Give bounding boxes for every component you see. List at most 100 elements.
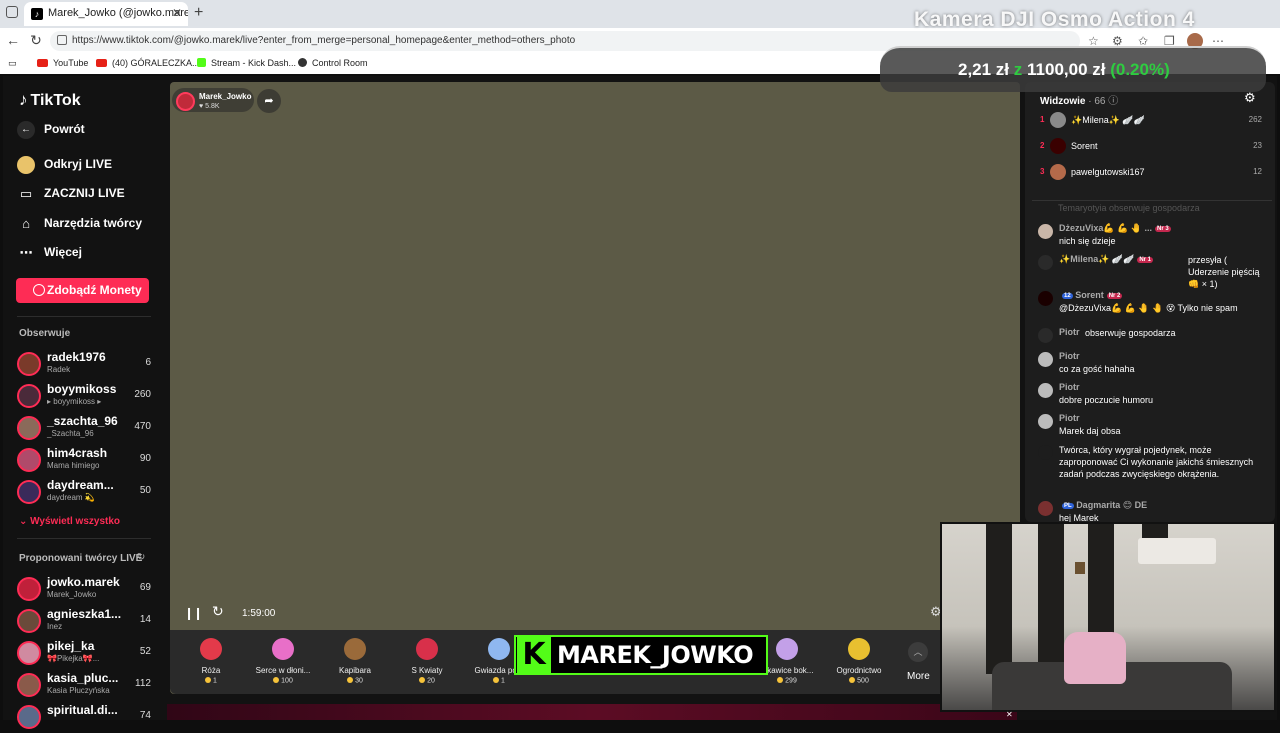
- viewer-name: Sorent: [1071, 141, 1098, 151]
- avatar: [1038, 291, 1053, 306]
- following-user[interactable]: _szachta_96 _Szachta_96 470: [17, 414, 157, 444]
- chat-settings-icon[interactable]: ⚙: [1244, 90, 1256, 106]
- gift-icon: [848, 638, 870, 660]
- gift-item[interactable]: Róża 1: [175, 638, 247, 685]
- ranking-row[interactable]: 1 ✨Milena✨ 🪽🪽 262: [1040, 110, 1262, 132]
- browser-tab[interactable]: ♪ Marek_Jowko (@jowko.marek) pr... ✕: [24, 2, 188, 26]
- chat-author: Piotr: [1059, 327, 1080, 337]
- viewer-score: 23: [1253, 141, 1262, 150]
- gift-item[interactable]: Serce w dłoni... 100: [247, 638, 319, 685]
- avatar: [1050, 112, 1066, 128]
- following-user[interactable]: boyymikoss ▸ boyymikoss ▸ 260: [17, 382, 157, 412]
- user-name: kasia_pluc...: [47, 671, 119, 685]
- bookmark-kick-dashboard[interactable]: Stream - Kick Dash...: [197, 58, 296, 68]
- user-nickname: 🎀Pikejka🎀...: [47, 654, 100, 663]
- bookmark-youtube[interactable]: YouTube: [37, 58, 88, 68]
- following-user[interactable]: radek1976 Radek 6: [17, 350, 157, 380]
- discover-live-icon: [17, 156, 35, 174]
- viewer-count: 69: [139, 582, 151, 593]
- following-user[interactable]: daydream... daydream 💫 50: [17, 478, 157, 508]
- tab-title: Marek_Jowko (@jowko.marek) pr...: [48, 7, 188, 19]
- bookmark-control-room[interactable]: Control Room: [298, 58, 368, 68]
- coin-icon: [33, 284, 45, 296]
- user-nickname: Kasia Płuczyńska: [47, 686, 110, 695]
- back-arrow-icon[interactable]: ←: [4, 32, 22, 48]
- donation-goal-text: 2,21 zł z 1100,00 zł (0.20%): [958, 60, 1170, 79]
- gift-name: Ogrodnictwo: [836, 666, 882, 675]
- rank-badge: Nr 2: [1106, 293, 1123, 299]
- user-name: radek1976: [47, 350, 106, 364]
- gift-item[interactable]: Ogrodnictwo 500: [823, 638, 895, 685]
- tab-actions-icon[interactable]: [6, 6, 18, 18]
- refresh-video-icon[interactable]: ↻: [212, 603, 224, 620]
- wall-stripe: [986, 524, 1012, 674]
- gift-item[interactable]: S Kwiaty 20: [391, 638, 463, 685]
- live-video[interactable]: [170, 82, 1020, 694]
- suggested-user[interactable]: kasia_pluc... Kasia Płuczyńska 112: [17, 671, 157, 701]
- chat-author: PL Dagmarita 😊 DE: [1062, 500, 1148, 510]
- reload-icon[interactable]: ↻: [27, 32, 45, 49]
- share-icon[interactable]: ➦: [257, 89, 281, 113]
- gift-item[interactable]: Kapibara 30: [319, 638, 391, 685]
- back-arrow-icon: ←: [17, 121, 35, 139]
- site-info-icon[interactable]: [57, 35, 67, 45]
- back-link[interactable]: ← Powrót: [17, 121, 85, 139]
- viewer-name: pawelgutowski167: [1071, 167, 1145, 177]
- wall-stripe: [1038, 524, 1064, 674]
- avatar: [17, 480, 41, 504]
- user-name: him4crash: [47, 446, 108, 460]
- nav-more[interactable]: ⋯ Więcej: [17, 244, 82, 262]
- suggested-user[interactable]: pikej_ka 🎀Pikejka🎀... 52: [17, 639, 157, 669]
- rank-badge: Nr 1: [1137, 257, 1154, 263]
- get-coins-button[interactable]: Zdobądź Monety: [16, 278, 149, 303]
- ranking-row[interactable]: 2 Sorent 23: [1040, 136, 1262, 158]
- tiktok-logo[interactable]: ♪ TikTok: [19, 90, 81, 110]
- chat-author: ✨Milena✨ 🪽🪽 Nr 1: [1059, 254, 1154, 264]
- suggested-user[interactable]: agnieszka1... Inez 14: [17, 607, 157, 637]
- suggested-user[interactable]: spiritual.di... 74: [17, 703, 157, 733]
- viewer-count: 14: [139, 614, 151, 625]
- gift-icon: [488, 638, 510, 660]
- viewer-score: 262: [1248, 115, 1262, 124]
- more-gifts-button[interactable]: More: [907, 671, 930, 682]
- rank-number: 1: [1040, 115, 1045, 124]
- nav-creator-tools[interactable]: ⌂ Narzędzia twórcy: [17, 215, 142, 233]
- chevron-up-icon[interactable]: ︿: [908, 642, 928, 662]
- host-name[interactable]: Marek_Jowko: [199, 92, 251, 101]
- gift-price: 100: [247, 677, 319, 685]
- avatar: [17, 352, 41, 376]
- show-all-link[interactable]: ⌄ Wyświetl wszystko: [19, 516, 120, 527]
- viewer-count: 90: [139, 453, 151, 464]
- new-tab-icon[interactable]: +: [194, 4, 203, 22]
- tiktok-note-icon: ♪: [19, 90, 28, 109]
- reading-list-icon[interactable]: ▭: [8, 58, 17, 69]
- user-nickname: Radek: [47, 365, 71, 374]
- avatar: [17, 609, 41, 633]
- close-tab-icon[interactable]: ✕: [172, 6, 182, 20]
- gift-name: Kapibara: [338, 666, 372, 675]
- viewers-title[interactable]: Widzowie · 66 ⓘ: [1040, 92, 1118, 107]
- user-name: boyymikoss: [47, 382, 117, 396]
- ranking-row[interactable]: 3 pawelgutowski167 12: [1040, 162, 1262, 184]
- gift-icon: [344, 638, 366, 660]
- viewer-count: 52: [139, 646, 151, 657]
- avatar: [17, 673, 41, 697]
- nav-discover-live[interactable]: Odkryj LIVE: [17, 156, 112, 174]
- bottom-banner: [167, 704, 1017, 720]
- host-avatar[interactable]: [176, 92, 195, 111]
- pause-icon[interactable]: ❙❙: [184, 606, 203, 620]
- chat-author: Piotr: [1059, 382, 1080, 392]
- webcam-overlay: [940, 522, 1276, 712]
- info-icon[interactable]: ⓘ: [1108, 96, 1118, 107]
- refresh-icon[interactable]: ↻: [137, 552, 145, 563]
- avatar: [1038, 445, 1053, 460]
- bookmark-goraleczka[interactable]: (40) GÓRALECZKA...: [96, 58, 200, 68]
- viewer-name: ✨Milena✨ 🪽🪽: [1071, 115, 1145, 125]
- suggested-user[interactable]: jowko.marek Marek_Jowko 69: [17, 575, 157, 605]
- close-icon[interactable]: ✕: [1006, 710, 1013, 719]
- chat-text: przesyła ( Uderzenie pięścią👊 × 1): [1188, 255, 1260, 289]
- avatar: [1038, 501, 1053, 516]
- nav-start-live[interactable]: ▭ ZACZNIJ LIVE: [17, 185, 125, 203]
- user-name: jowko.marek: [47, 575, 120, 589]
- following-user[interactable]: him4crash Mama himiego 90: [17, 446, 157, 476]
